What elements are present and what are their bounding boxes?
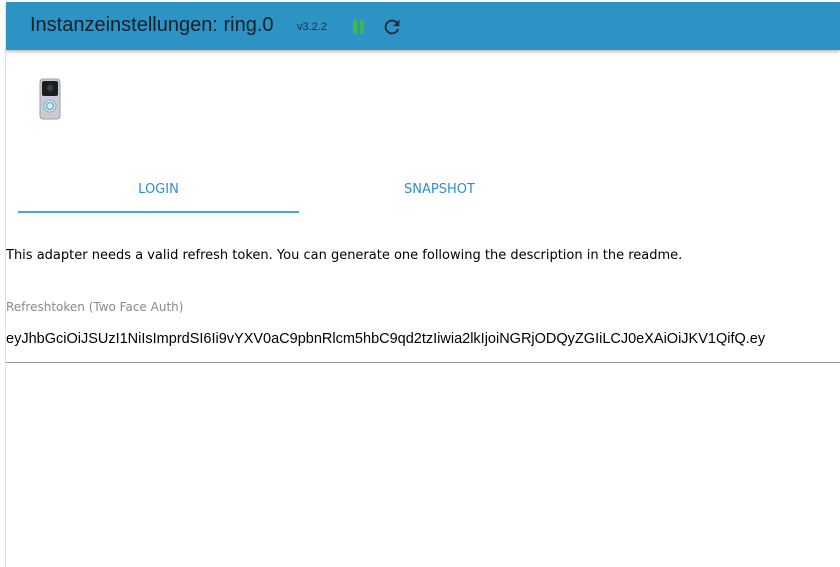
header-bar: Instanzeinstellungen: ring.0 v3.2.2 <box>6 2 840 50</box>
page-title: Instanzeinstellungen: ring.0 <box>30 14 274 36</box>
refresh-token-input[interactable] <box>6 326 840 352</box>
refresh-token-underline <box>6 362 840 363</box>
reload-icon <box>384 19 400 35</box>
doorbell-icon <box>39 78 61 120</box>
reload-button[interactable] <box>381 16 403 38</box>
tab-login[interactable]: LOGIN <box>18 166 299 214</box>
pause-button[interactable] <box>349 17 369 37</box>
pause-icon <box>353 20 364 34</box>
refresh-token-label: Refreshtoken (Two Face Auth) <box>6 300 184 314</box>
instance-settings-page: Instanzeinstellungen: ring.0 v3.2.2 LOGI… <box>0 0 840 567</box>
version-label: v3.2.2 <box>297 21 327 33</box>
active-tab-indicator <box>18 211 299 213</box>
doorbell-logo <box>39 78 61 120</box>
tab-snapshot[interactable]: SNAPSHOT <box>299 166 580 214</box>
login-info-text: This adapter needs a valid refresh token… <box>6 248 683 263</box>
